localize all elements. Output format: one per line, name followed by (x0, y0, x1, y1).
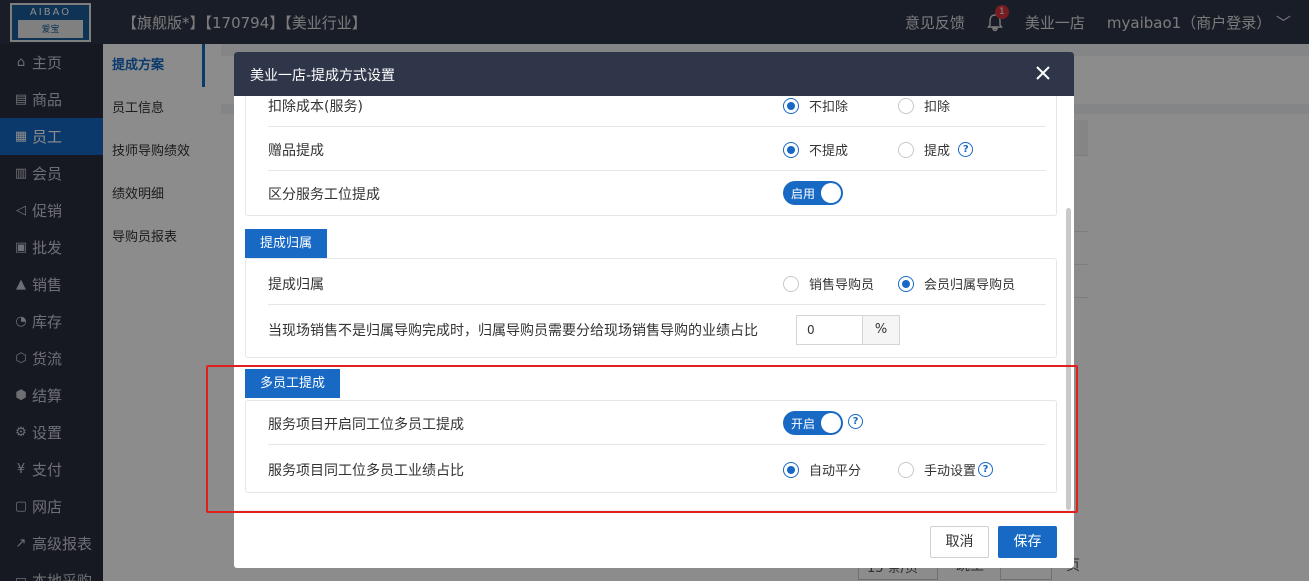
row-performance-share: 当现场销售不是归属导购完成时，归属导购员需要分给现场销售导购的业绩占比 0 % (268, 305, 1046, 355)
cancel-button[interactable]: 取消 (930, 526, 989, 558)
attribution-card: 提成归属 销售导购员 会员归属导购员 当现场销售不是归属导购完成时，归属导购员需… (245, 258, 1057, 358)
radio-label: 不提成 (809, 144, 849, 159)
performance-share-field: 0 % (796, 315, 900, 345)
row-deduct-cost: 扣除成本(服务) 不扣除 扣除 (268, 96, 1046, 127)
radio-label: 提成 (924, 144, 951, 159)
radio-dot (898, 97, 914, 114)
radio-member-guide[interactable]: 会员归属导购员 (898, 274, 1015, 293)
row-label: 当现场销售不是归属导购完成时，归属导购员需要分给现场销售导购的业绩占比 (268, 323, 758, 339)
radio-dot (783, 275, 799, 292)
row-label: 扣除成本(服务) (268, 99, 363, 115)
annotation-highlight-box (206, 365, 1078, 513)
radio-label: 会员归属导购员 (924, 278, 1016, 293)
radio-no-deduct[interactable]: 不扣除 (783, 96, 848, 115)
radio-sales-guide[interactable]: 销售导购员 (783, 274, 874, 293)
radio-deduct[interactable]: 扣除 (898, 96, 950, 115)
dialog-header: 美业一店-提成方式设置 (234, 52, 1074, 96)
toggle-label: 启用 (791, 187, 816, 201)
station-commission-toggle[interactable]: 启用 (783, 181, 843, 205)
radio-dot (783, 141, 799, 158)
save-button[interactable]: 保存 (998, 526, 1057, 558)
radio-commission[interactable]: 提成 ? (898, 140, 974, 159)
radio-dot (898, 141, 914, 158)
row-label: 区分服务工位提成 (268, 187, 380, 203)
radio-label: 不扣除 (809, 100, 849, 115)
cost-settings-card: 扣除成本(服务) 不扣除 扣除 赠品提成 不提成 提成 ? 区分服务工位提成 启… (245, 96, 1057, 216)
row-station-commission: 区分服务工位提成 启用 (268, 171, 1046, 215)
radio-dot (898, 275, 914, 292)
radio-no-commission[interactable]: 不提成 (783, 140, 848, 159)
radio-label: 销售导购员 (809, 278, 875, 293)
row-label: 提成归属 (268, 277, 324, 293)
close-icon[interactable] (1032, 62, 1054, 84)
dialog-title: 美业一店-提成方式设置 (250, 68, 396, 84)
row-commission-attribution: 提成归属 销售导购员 会员归属导购员 (268, 261, 1046, 305)
dialog-footer: 取消 保存 (234, 510, 1074, 568)
row-gift-commission: 赠品提成 不提成 提成 ? (268, 127, 1046, 171)
radio-dot (783, 97, 799, 114)
percent-unit: % (863, 315, 900, 345)
section-tag-commission-attribution: 提成归属 (245, 229, 328, 258)
radio-label: 扣除 (924, 100, 951, 115)
performance-share-input[interactable]: 0 (796, 315, 863, 345)
help-icon[interactable]: ? (958, 142, 974, 157)
toggle-knob (821, 183, 841, 203)
row-label: 赠品提成 (268, 143, 324, 159)
